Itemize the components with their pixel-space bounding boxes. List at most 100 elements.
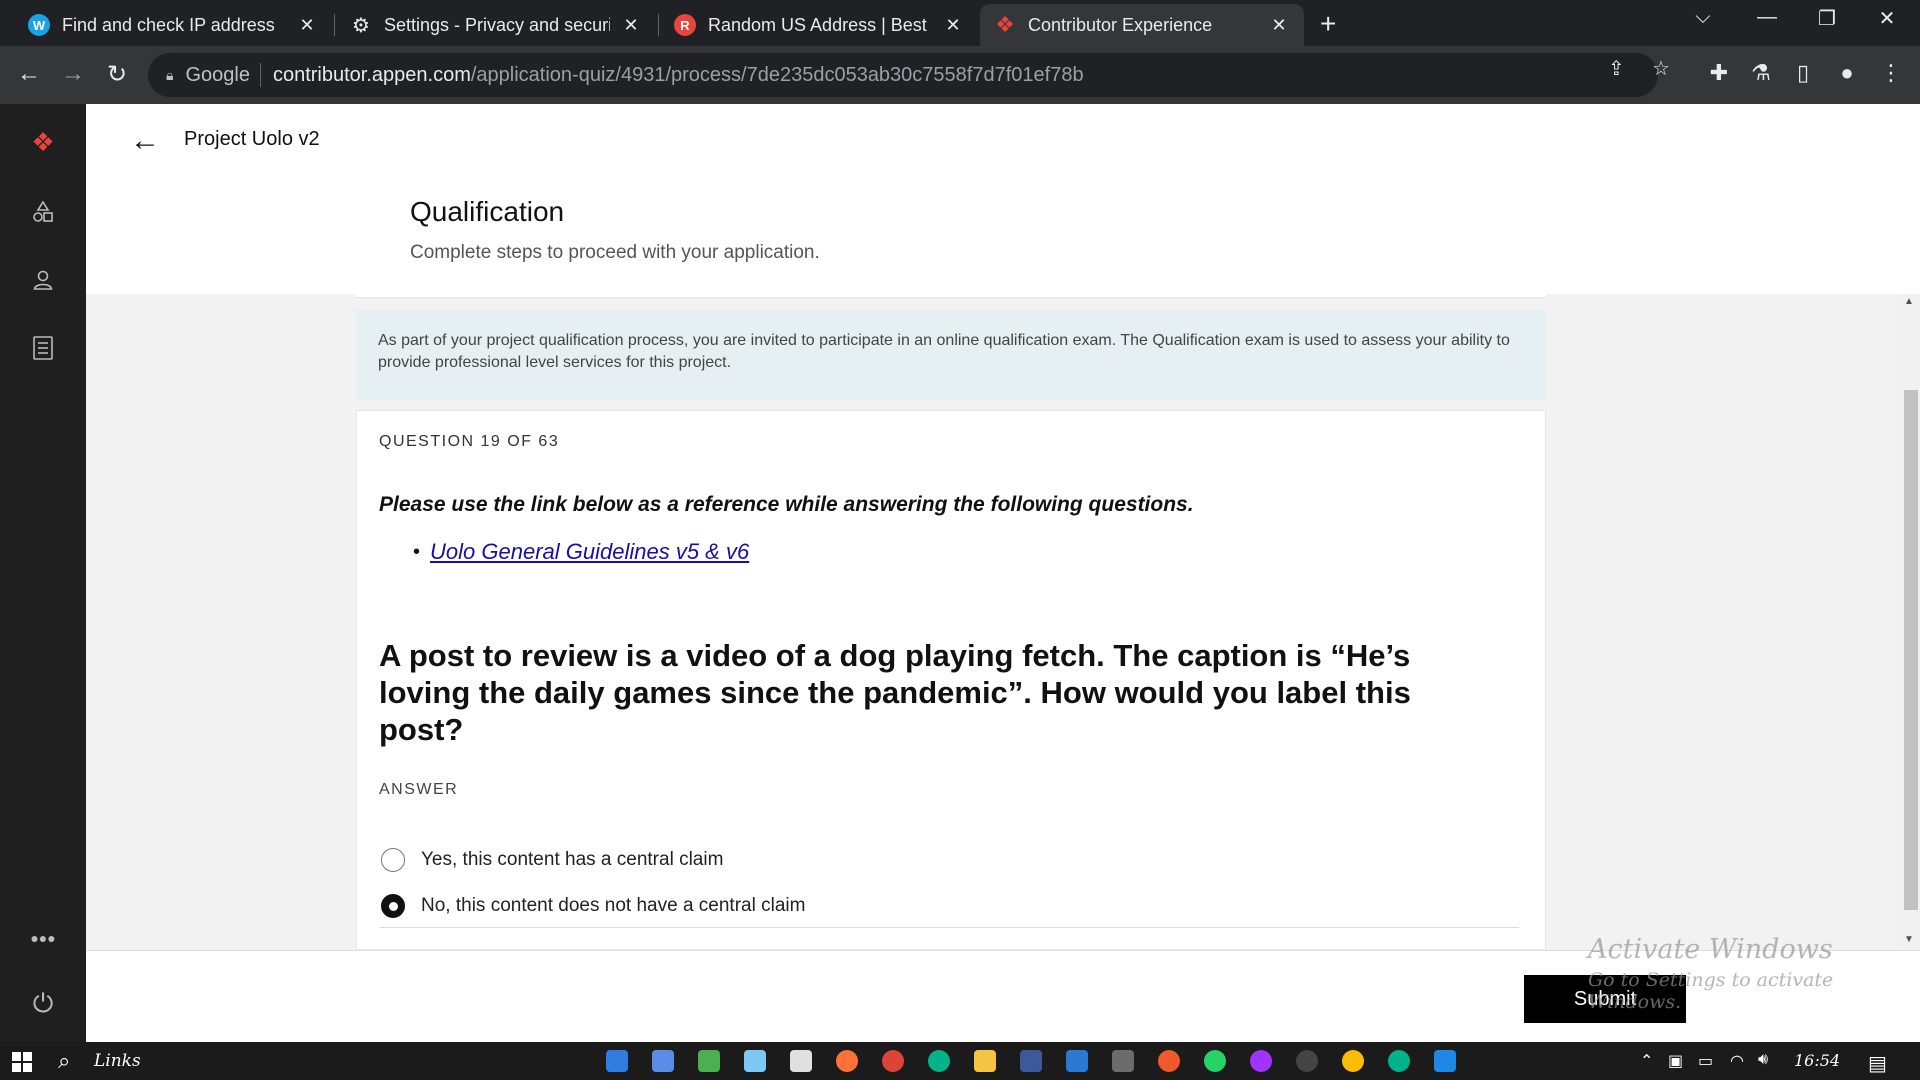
projects-shapes-icon[interactable] [25, 194, 61, 230]
watermark-subtitle: Go to Settings to activate Windows. [1588, 969, 1834, 1013]
clock[interactable]: 16:54 [1794, 1051, 1840, 1070]
restore-icon[interactable]: ❐ [1812, 6, 1842, 31]
answer-option-label: No, this content does not have a central… [421, 895, 806, 916]
appen-favicon-icon: ❖ [995, 12, 1015, 37]
address-domain: contributor.appen.com [272, 63, 471, 86]
reference-list-item: • Uolo General Guidelines v5 & v6 [413, 539, 749, 565]
answer-label: ANSWER [379, 781, 459, 798]
chrome-icon[interactable] [882, 1050, 904, 1072]
answer-option-no[interactable]: No, this content does not have a central… [381, 893, 805, 919]
infinity-app-2-icon[interactable] [1388, 1050, 1410, 1072]
side-panel-icon[interactable]: ▯ [1788, 60, 1818, 86]
tab-title: Contributor Experience [1028, 14, 1213, 35]
labs-flask-icon[interactable]: ⚗ [1746, 60, 1776, 86]
infinity-app-icon[interactable] [928, 1050, 950, 1072]
profile-person-icon[interactable] [25, 262, 61, 298]
tray-chevron-up-icon[interactable]: ⌃ [1640, 1051, 1653, 1071]
tab-title: Find and check IP address [62, 14, 275, 35]
tab-title: Settings - Privacy and security [384, 14, 610, 35]
app-n-icon[interactable] [1020, 1050, 1042, 1072]
steps-card-edge [356, 290, 1546, 298]
tray-security-icon[interactable]: ▣ [1668, 1051, 1683, 1071]
app-orange-icon[interactable] [1158, 1050, 1180, 1072]
address-bar[interactable]: 🔒︎ Google contributor.appen.com /applica… [148, 53, 1658, 97]
tab-close-icon[interactable]: ✕ [620, 15, 642, 36]
question-counter: QUESTION 19 OF 63 [379, 433, 560, 450]
media-player-icon[interactable] [1296, 1050, 1318, 1072]
question-text: A post to review is a video of a dog pla… [379, 638, 1411, 747]
question-card: QUESTION 19 OF 63 Please use the link be… [356, 410, 1546, 950]
more-options-icon[interactable]: ●●● [25, 920, 61, 956]
page-header: ← Project Uolo v2 Qualification Complete… [86, 104, 1920, 294]
back-arrow-icon[interactable]: ← [130, 124, 160, 158]
reference-instruction: Please use the link below as a reference… [379, 493, 1194, 516]
windows-start-icon[interactable] [12, 1052, 32, 1072]
whatsapp-icon[interactable] [1204, 1050, 1226, 1072]
tab-search-chevron-icon[interactable]: ⌵ [1688, 6, 1718, 29]
guidelines-link[interactable]: Uolo General Guidelines v5 & v6 [430, 539, 749, 565]
windows-taskbar: ⌕ Links ⌃ ▣ ▭ ◠ 🔊︎ 16:54 ▤ [0, 1042, 1920, 1080]
scroll-up-arrow-icon[interactable]: ▲ [1904, 296, 1914, 307]
store-icon[interactable] [652, 1050, 674, 1072]
address-path: /application-quiz/4931/process/7de235dc0… [470, 63, 1084, 86]
firefox-icon[interactable] [836, 1050, 858, 1072]
search-icon[interactable]: ⌕ [58, 1048, 70, 1074]
qualification-info-box: As part of your project qualification pr… [356, 310, 1546, 400]
tab-separator [334, 14, 335, 36]
forward-icon[interactable]: → [58, 60, 88, 88]
activate-windows-watermark: Activate Windows Go to Settings to activ… [1588, 934, 1920, 1013]
share-icon[interactable]: ⇪ [1608, 56, 1625, 81]
vscode-icon[interactable] [1066, 1050, 1088, 1072]
more-menu-icon[interactable]: ⋮ [1876, 60, 1906, 86]
whatismyip-favicon-icon: W [28, 14, 50, 36]
minimize-icon[interactable]: — [1752, 6, 1782, 29]
qualification-subtitle: Complete steps to proceed with your appl… [410, 242, 820, 263]
back-icon[interactable]: ← [14, 60, 44, 88]
chrome-alt-icon[interactable] [1342, 1050, 1364, 1072]
tab-title: Random US Address | Best Random [708, 14, 932, 35]
divider [379, 927, 1519, 928]
new-tab-icon[interactable]: + [1320, 8, 1336, 40]
radio-checked-icon[interactable] [381, 894, 405, 918]
scrollbar-thumb[interactable] [1904, 390, 1918, 910]
radio-unchecked-icon[interactable] [381, 848, 405, 872]
power-icon[interactable]: ⏻ [25, 986, 61, 1022]
box-3d-icon[interactable] [1112, 1050, 1134, 1072]
answer-option-yes[interactable]: Yes, this content has a central claim [381, 847, 723, 873]
document-icon[interactable] [25, 330, 61, 366]
settings-gear-icon[interactable] [790, 1050, 812, 1072]
bullet-icon: • [413, 540, 421, 563]
extensions-icon[interactable]: ✚ [1704, 60, 1734, 86]
tab-random-address[interactable]: R Random US Address | Best Random ✕ [660, 4, 978, 46]
file-explorer-icon[interactable] [974, 1050, 996, 1072]
page-scrollbar[interactable]: ▲ ▼ [1900, 294, 1920, 950]
messenger-icon[interactable] [1250, 1050, 1272, 1072]
edge-icon[interactable] [606, 1050, 628, 1072]
profile-avatar-icon[interactable]: ● [1832, 60, 1862, 86]
wifi-icon[interactable]: ◠ [1730, 1051, 1744, 1071]
tab-contributor-experience[interactable]: ❖ Contributor Experience ✕ [980, 4, 1304, 46]
tab-settings[interactable]: ⚙ Settings - Privacy and security ✕ [336, 4, 656, 46]
appen-logo-icon[interactable]: ❖ [25, 124, 61, 160]
gear-icon: ⚙ [352, 14, 370, 37]
close-window-icon[interactable]: ✕ [1872, 6, 1902, 31]
bookmark-star-icon[interactable]: ☆ [1652, 56, 1670, 81]
tab-close-icon[interactable]: ✕ [942, 15, 964, 36]
volume-icon[interactable]: 🔊︎ [1758, 1051, 1768, 1069]
tab-find-ip[interactable]: W Find and check IP address ✕ [14, 4, 332, 46]
app-blue-square-icon[interactable] [1434, 1050, 1456, 1072]
qualification-title: Qualification [410, 196, 565, 227]
app-diamond-icon[interactable] [698, 1050, 720, 1072]
notifications-icon[interactable]: ▤ [1868, 1051, 1887, 1076]
tab-close-icon[interactable]: ✕ [296, 15, 318, 36]
project-title: Project Uolo v2 [184, 128, 320, 150]
reload-icon[interactable]: ↻ [102, 60, 132, 89]
page-content: ← Project Uolo v2 Qualification Complete… [86, 104, 1920, 1042]
app-blue-icon[interactable] [744, 1050, 766, 1072]
address-divider [259, 63, 261, 87]
battery-icon[interactable]: ▭ [1698, 1051, 1713, 1071]
tab-close-icon[interactable]: ✕ [1268, 15, 1290, 36]
browser-toolbar: ← → ↻ 🔒︎ Google contributor.appen.com /a… [0, 46, 1920, 104]
watermark-title: Activate Windows [1588, 934, 1833, 965]
links-toolbar-label[interactable]: Links [94, 1051, 141, 1071]
